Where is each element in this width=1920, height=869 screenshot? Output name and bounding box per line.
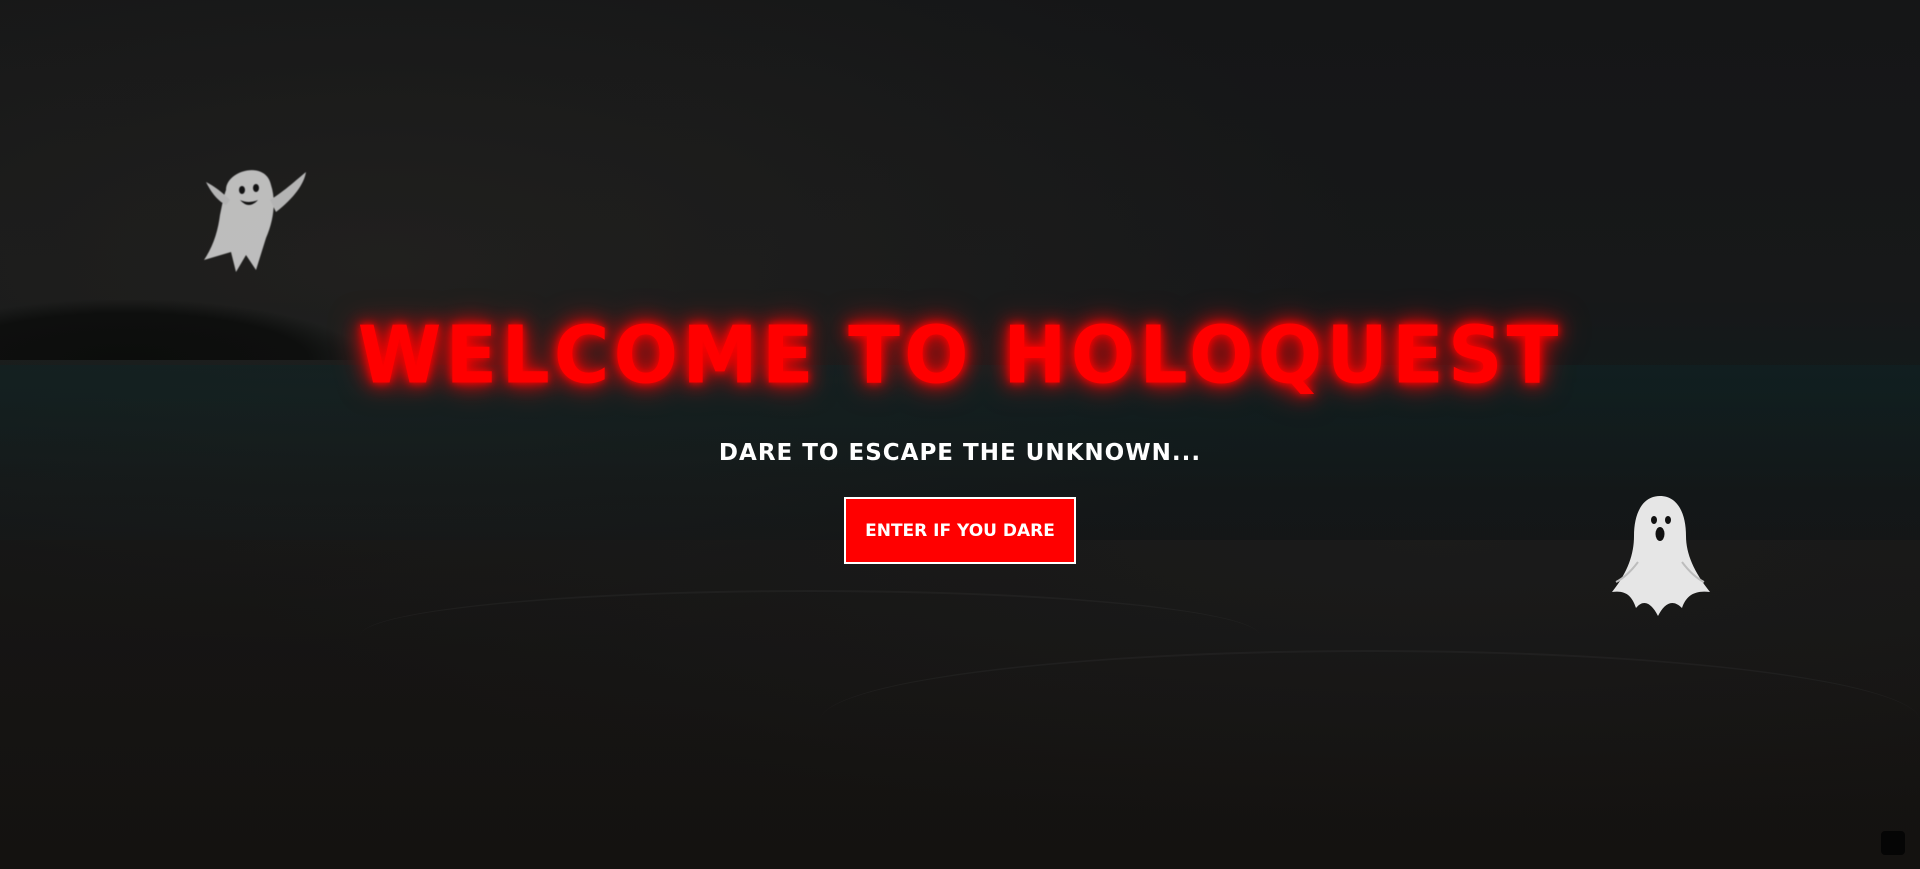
ghost-icon	[196, 160, 320, 280]
enter-button[interactable]: ENTER IF YOU DARE	[844, 497, 1076, 564]
page-subtitle: DARE TO ESCAPE THE UNKNOWN...	[718, 440, 1202, 466]
landing-page: WELCOME TO HOLOQUEST DARE TO ESCAPE THE …	[0, 0, 1920, 869]
corner-widget-button[interactable]	[1881, 831, 1905, 855]
background-foam	[820, 650, 1920, 792]
page-title: WELCOME TO HOLOQUEST	[357, 307, 1563, 402]
ghost-icon	[1602, 492, 1720, 618]
